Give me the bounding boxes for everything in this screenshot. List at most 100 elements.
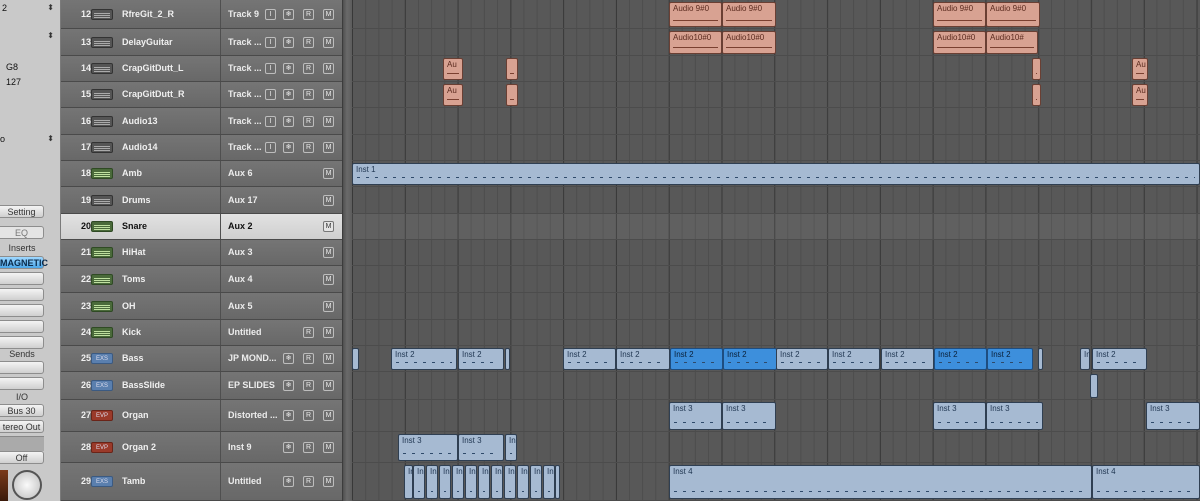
record-button[interactable]: R <box>303 380 314 391</box>
audio-region[interactable]: Audio10#0 <box>933 31 986 54</box>
record-button[interactable]: R <box>303 327 314 338</box>
track-name[interactable]: HiHat <box>122 247 146 257</box>
audio-region[interactable] <box>506 84 518 106</box>
freeze-button[interactable]: ❄ <box>283 410 294 421</box>
track-name[interactable]: RfreGit_2_R <box>122 9 174 19</box>
track-row-toms[interactable]: 22 Toms Aux 4 M <box>61 266 342 293</box>
track-lane[interactable] <box>352 293 1200 320</box>
midi-region[interactable]: Inst 3 <box>986 402 1043 430</box>
track-name[interactable]: Audio13 <box>122 116 158 126</box>
mute-button[interactable]: M <box>323 37 334 48</box>
mute-button[interactable]: M <box>323 327 334 338</box>
mute-button[interactable]: M <box>323 380 334 391</box>
input-button[interactable]: I <box>265 63 276 74</box>
track-lane[interactable] <box>352 400 1200 432</box>
record-button[interactable]: R <box>303 89 314 100</box>
freeze-button[interactable]: ❄ <box>283 116 294 127</box>
midi-region[interactable]: Inst 3 <box>458 434 504 461</box>
midi-region[interactable]: Inst 3 <box>1146 402 1200 430</box>
midi-region[interactable]: Inst 4 <box>1092 465 1200 499</box>
audio-region[interactable]: Audio10#0 <box>669 31 722 54</box>
audio-region[interactable] <box>1032 58 1041 80</box>
midi-region[interactable]: Inst 4 <box>669 465 1092 499</box>
midi-region[interactable]: In <box>504 465 516 499</box>
freeze-button[interactable]: ❄ <box>283 37 294 48</box>
midi-region[interactable]: Inst 3 <box>722 402 776 430</box>
input-button[interactable]: I <box>265 116 276 127</box>
mute-button[interactable]: M <box>323 410 334 421</box>
midi-region[interactable]: Inst 2 <box>670 348 723 370</box>
track-lane[interactable] <box>352 135 1200 161</box>
record-button[interactable]: R <box>303 476 314 487</box>
midi-region[interactable]: Inst 2 <box>616 348 670 370</box>
track-row-organ-2[interactable]: 28 EVP Organ 2 Inst 9 ❄ R M <box>61 432 342 463</box>
midi-region[interactable]: Inst 2 <box>828 348 880 370</box>
track-row-delayguitar[interactable]: 13 DelayGuitar Track ... I ❄ R M <box>61 29 342 56</box>
freeze-button[interactable]: ❄ <box>283 353 294 364</box>
midi-region[interactable]: Inst 1 <box>352 163 1200 185</box>
midi-region[interactable]: Inst 2 <box>723 348 777 370</box>
eq-button[interactable]: EQ <box>0 226 44 239</box>
record-button[interactable]: R <box>303 410 314 421</box>
track-name[interactable]: Toms <box>122 274 145 284</box>
track-name[interactable]: Kick <box>122 327 141 337</box>
audio-region[interactable]: Au <box>443 58 463 80</box>
midi-region[interactable]: In <box>426 465 438 499</box>
track-lane[interactable] <box>352 29 1200 56</box>
midi-region[interactable]: In <box>439 465 451 499</box>
midi-region[interactable]: Inst 2 <box>1080 348 1090 370</box>
audio-region[interactable] <box>1032 84 1041 106</box>
mute-button[interactable]: M <box>323 142 334 153</box>
audio-region[interactable]: Audio 9#0 <box>722 2 776 27</box>
freeze-button[interactable]: ❄ <box>283 89 294 100</box>
midi-region[interactable]: Inst 3 <box>933 402 986 430</box>
pan-knob-icon[interactable] <box>12 470 42 500</box>
input-button[interactable]: I <box>265 142 276 153</box>
track-row-snare[interactable]: 20 Snare Aux 2 M <box>61 214 342 240</box>
midi-region[interactable] <box>1090 374 1098 398</box>
track-row-audio14[interactable]: 17 Audio14 Track ... I ❄ R M <box>61 135 342 161</box>
freeze-button[interactable]: ❄ <box>283 142 294 153</box>
midi-region[interactable]: In <box>555 465 560 499</box>
midi-region[interactable] <box>352 348 359 370</box>
insert-slot-empty[interactable] <box>0 304 44 317</box>
freeze-button[interactable]: ❄ <box>283 476 294 487</box>
track-name[interactable]: BassSlide <box>122 380 165 390</box>
mute-button[interactable]: M <box>323 195 334 206</box>
track-row-drums[interactable]: 19 Drums Aux 17 M <box>61 187 342 214</box>
send-slot-empty[interactable] <box>0 361 44 374</box>
midi-region[interactable]: Inst 3 <box>398 434 458 461</box>
record-button[interactable]: R <box>303 116 314 127</box>
midi-region[interactable]: Inst 2 <box>987 348 1033 370</box>
track-lane[interactable] <box>352 372 1200 400</box>
audio-region[interactable] <box>506 58 518 80</box>
insert-slot-empty[interactable] <box>0 288 44 301</box>
track-row-crapgitdutt-l[interactable]: 14 CrapGitDutt_L Track ... I ❄ R M <box>61 56 342 82</box>
mute-button[interactable]: M <box>323 247 334 258</box>
insert-slot-magnetic[interactable]: MAGNETIC <box>0 256 48 269</box>
track-lane[interactable] <box>352 82 1200 108</box>
audio-region[interactable]: Audio 9#0 <box>986 2 1040 27</box>
track-name[interactable]: Tamb <box>122 476 145 486</box>
stepper-arrows-icon[interactable]: ⬍ <box>47 134 54 143</box>
midi-region[interactable]: Inst 2 <box>458 348 504 370</box>
track-name[interactable]: Drums <box>122 195 151 205</box>
mute-button[interactable]: M <box>323 476 334 487</box>
midi-region[interactable]: In <box>530 465 542 499</box>
midi-region[interactable]: Inst 2 <box>563 348 616 370</box>
input-bus-button[interactable]: Bus 30 <box>0 404 44 417</box>
midi-region[interactable]: In <box>413 465 425 499</box>
audio-region[interactable]: Audio10#0 <box>722 31 776 54</box>
midi-region[interactable]: Inst 2 <box>391 348 457 370</box>
arrange-area[interactable]: Audio 9#0 Audio 9#0 Audio 9#0 Audio 9#0 Audi… <box>352 0 1200 501</box>
record-button[interactable]: R <box>303 353 314 364</box>
track-lane[interactable] <box>352 108 1200 135</box>
midi-region[interactable]: Inst 3 <box>505 434 517 461</box>
midi-region[interactable]: In <box>543 465 555 499</box>
track-row-crapgitdutt-r[interactable]: 15 CrapGitDutt_R Track ... I ❄ R M <box>61 82 342 108</box>
input-button[interactable]: I <box>265 89 276 100</box>
midi-region[interactable]: In <box>478 465 490 499</box>
midi-region[interactable]: Inst 3 <box>669 402 722 430</box>
track-name[interactable]: Bass <box>122 353 144 363</box>
track-row-rfregit-2-r[interactable]: 12 RfreGit_2_R Track 9 I ❄ R M <box>61 0 342 29</box>
